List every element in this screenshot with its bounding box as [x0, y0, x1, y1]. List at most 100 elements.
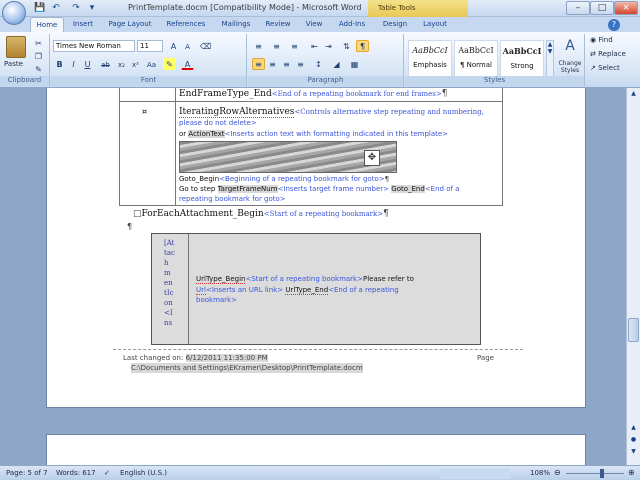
goto-step-line: Go to step TargetFrameNum<Inserts target…: [179, 184, 459, 194]
next-page-icon[interactable]: ▼: [628, 448, 639, 458]
tab-home[interactable]: Home: [30, 17, 64, 32]
footer-page-label: Page: [477, 354, 494, 362]
office-button[interactable]: [2, 1, 26, 25]
attachment-table[interactable]: [At tac h m en tIc on <I ns UrlType_Begin<Start …: [151, 233, 481, 345]
status-bar: Page: 5 of 7 Words: 617 ✓ English (U.S.)…: [0, 465, 640, 480]
attachment-vertical-text: ns: [164, 319, 173, 327]
decrease-indent-icon[interactable]: ⇤: [308, 40, 321, 52]
paragraph-group-label: Paragraph: [248, 76, 403, 86]
next-page[interactable]: [46, 434, 586, 465]
tab-design[interactable]: Design: [378, 17, 412, 32]
tab-add-ins[interactable]: Add-Ins: [334, 17, 370, 32]
align-right-icon[interactable]: ≡: [280, 58, 293, 70]
style-emphasis[interactable]: AaBbCcI Emphasis: [408, 40, 452, 78]
align-left-icon[interactable]: ≡: [252, 58, 265, 70]
select-browse-object-icon[interactable]: ●: [628, 436, 639, 446]
page[interactable]: EndFrameType_End<End of a repeating book…: [46, 88, 586, 408]
borders-icon[interactable]: ▦: [348, 58, 361, 70]
highlight-icon[interactable]: ✎: [163, 58, 176, 70]
font-size-select[interactable]: 11: [137, 40, 163, 52]
tab-page-layout[interactable]: Page Layout: [104, 17, 156, 32]
table-border: [119, 88, 120, 206]
url-line: Url<Inserts an URL link> UrlType_End<End…: [196, 285, 399, 295]
style-normal[interactable]: AaBbCcI ¶ Normal: [454, 40, 498, 78]
language[interactable]: English (U.S.): [120, 469, 167, 477]
format-painter-icon[interactable]: ✎: [32, 63, 45, 75]
replace-button[interactable]: ⇄ Replace: [590, 50, 626, 58]
goto-begin-line: Goto_Begin<Beginning of a repeating book…: [179, 175, 390, 183]
zoom-slider-thumb[interactable]: [600, 469, 604, 478]
paste-icon[interactable]: [6, 36, 26, 58]
shading-icon[interactable]: ◢: [330, 58, 343, 70]
move-handle-icon[interactable]: ✥: [364, 150, 380, 166]
numbering-icon[interactable]: ≡: [270, 40, 283, 52]
copy-icon[interactable]: ❐: [32, 50, 45, 62]
justify-icon[interactable]: ≡: [294, 58, 307, 70]
style-strong[interactable]: AaBbCcI Strong: [500, 40, 544, 78]
urltype-end-desc: <End of a repeating: [328, 286, 399, 294]
vertical-scrollbar[interactable]: ▲ ▲ ● ▼: [626, 88, 640, 465]
save-icon[interactable]: 💾: [34, 2, 46, 14]
bold-icon[interactable]: B: [53, 58, 66, 70]
sort-icon[interactable]: ⇅: [340, 40, 353, 52]
change-styles-icon[interactable]: A: [557, 38, 583, 56]
style-name: Emphasis: [413, 61, 447, 69]
tab-insert[interactable]: Insert: [68, 17, 98, 32]
clear-formatting-icon[interactable]: ⌫: [199, 40, 212, 52]
strikethrough-icon[interactable]: ab: [99, 58, 112, 70]
please-refer-text: Please refer to: [362, 275, 414, 283]
paste-label[interactable]: Paste: [4, 60, 23, 68]
superscript-icon[interactable]: x²: [129, 58, 142, 70]
shrink-font-icon[interactable]: A: [181, 40, 194, 52]
show-hide-icon[interactable]: ¶: [356, 40, 369, 52]
find-button[interactable]: ◉ Find: [590, 36, 613, 44]
styles-gallery-scroll[interactable]: ▲ ▼: [546, 40, 554, 78]
undo-icon[interactable]: ↶: [50, 2, 62, 14]
view-buttons[interactable]: [440, 468, 510, 479]
select-label: Select: [598, 64, 620, 72]
multilevel-list-icon[interactable]: ≡: [288, 40, 301, 52]
line-spacing-icon[interactable]: ↕: [312, 58, 325, 70]
styles-group-label: Styles: [405, 76, 584, 86]
tab-view[interactable]: View: [300, 17, 328, 32]
word-count[interactable]: Words: 617: [56, 469, 96, 477]
qat-customize-icon[interactable]: ▾: [86, 2, 98, 14]
help-icon[interactable]: ?: [608, 19, 620, 31]
change-case-icon[interactable]: Aa: [145, 58, 158, 70]
foreach-field: ForEachAttachment_Begin: [141, 209, 264, 219]
redo-icon[interactable]: ↷: [70, 2, 82, 14]
tab-layout[interactable]: Layout: [418, 17, 452, 32]
subscript-icon[interactable]: x₂: [115, 58, 128, 70]
zoom-in-icon[interactable]: ⊕: [628, 468, 635, 477]
wave-image[interactable]: ✥: [179, 141, 397, 173]
change-styles-label[interactable]: Change Styles: [555, 60, 585, 74]
increase-indent-icon[interactable]: ⇥: [322, 40, 335, 52]
proofing-icon[interactable]: ✓: [104, 469, 110, 477]
select-button[interactable]: ↗ Select: [590, 64, 620, 72]
zoom-slider[interactable]: [566, 473, 624, 474]
url-desc: <Inserts an URL link>: [205, 286, 284, 294]
minimize-button[interactable]: –: [566, 1, 590, 15]
scroll-thumb[interactable]: [628, 318, 639, 342]
zoom-level[interactable]: 108%: [530, 469, 550, 477]
scroll-up-icon[interactable]: ▲: [628, 90, 639, 100]
font-color-icon[interactable]: A: [181, 58, 194, 70]
tab-mailings[interactable]: Mailings: [216, 17, 256, 32]
zoom-out-icon[interactable]: ⊖: [554, 468, 561, 477]
table-border: [502, 88, 503, 206]
close-button[interactable]: ×: [614, 1, 638, 15]
maximize-button[interactable]: □: [590, 1, 614, 15]
italic-icon[interactable]: I: [67, 58, 80, 70]
cut-icon[interactable]: ✂: [32, 37, 45, 49]
underline-icon[interactable]: U: [81, 58, 94, 70]
grow-font-icon[interactable]: A: [167, 40, 180, 52]
tab-references[interactable]: References: [162, 17, 210, 32]
bullets-icon[interactable]: ≡: [252, 40, 265, 52]
page-count[interactable]: Page: 5 of 7: [6, 469, 48, 477]
prev-page-icon[interactable]: ▲: [628, 424, 639, 434]
tab-review[interactable]: Review: [262, 17, 294, 32]
align-center-icon[interactable]: ≡: [266, 58, 279, 70]
url-field[interactable]: Url: [196, 286, 206, 295]
font-name-select[interactable]: Times New Roman: [53, 40, 135, 52]
goto-end-field: Goto_End: [391, 185, 425, 193]
